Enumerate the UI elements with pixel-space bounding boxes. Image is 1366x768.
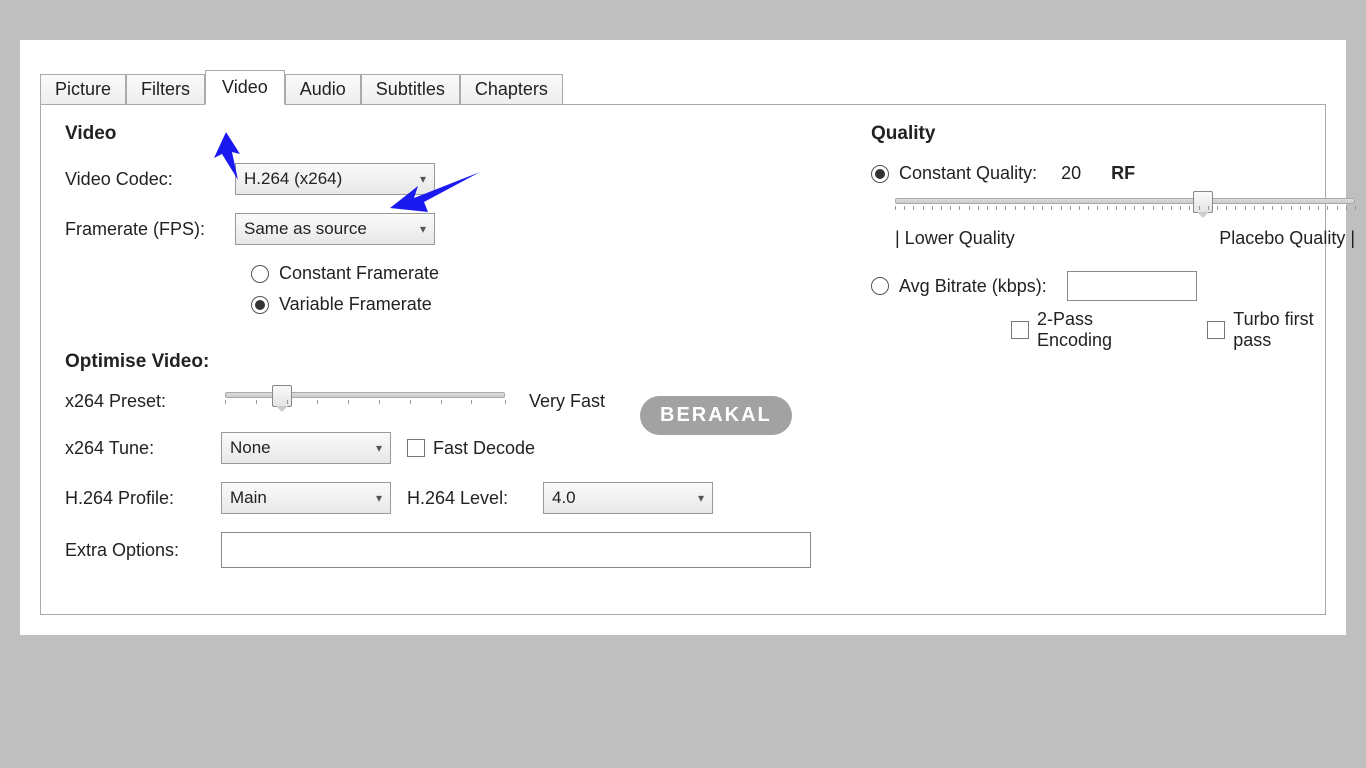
quality-slider[interactable]: [895, 198, 1355, 204]
tab-panel: Video Video Codec: H.264 (x264) ▾ Framer…: [40, 104, 1326, 615]
tab-label: Filters: [141, 79, 190, 99]
avg-bitrate-label: Avg Bitrate (kbps):: [899, 276, 1047, 297]
constant-quality-label: Constant Quality:: [899, 163, 1037, 184]
tab-label: Audio: [300, 79, 346, 99]
chevron-down-icon: ▾: [376, 441, 382, 455]
h264-profile-value: Main: [230, 488, 267, 508]
two-pass-label: 2-Pass Encoding: [1037, 309, 1171, 351]
h264-profile-label: H.264 Profile:: [65, 488, 205, 509]
h264-level-label: H.264 Level:: [407, 488, 527, 509]
section-quality-heading: Quality: [871, 123, 1355, 145]
tab-label: Video: [222, 77, 268, 97]
tab-label: Chapters: [475, 79, 548, 99]
constant-quality-value: 20: [1061, 163, 1081, 184]
constant-quality-radio[interactable]: [871, 165, 889, 183]
constant-framerate-radio[interactable]: [251, 265, 269, 283]
turbo-first-pass-checkbox[interactable]: [1207, 321, 1225, 339]
tab-chapters[interactable]: Chapters: [460, 74, 563, 104]
tab-audio[interactable]: Audio: [285, 74, 361, 104]
tab-picture[interactable]: Picture: [40, 74, 126, 104]
lower-quality-label: | Lower Quality: [895, 228, 1015, 249]
tab-video[interactable]: Video: [205, 70, 285, 105]
h264-level-select[interactable]: 4.0 ▾: [543, 482, 713, 514]
rf-label: RF: [1111, 163, 1135, 184]
slider-ticks: [895, 206, 1355, 218]
variable-framerate-label: Variable Framerate: [279, 294, 432, 315]
constant-framerate-label: Constant Framerate: [279, 263, 439, 284]
placebo-quality-label: Placebo Quality |: [1219, 228, 1355, 249]
extra-options-input[interactable]: [221, 532, 811, 568]
chevron-down-icon: ▾: [698, 491, 704, 505]
x264-tune-label: x264 Tune:: [65, 438, 205, 459]
h264-profile-select[interactable]: Main ▾: [221, 482, 391, 514]
framerate-label: Framerate (FPS):: [65, 219, 235, 240]
h264-level-value: 4.0: [552, 488, 576, 508]
avg-bitrate-input[interactable]: [1067, 271, 1197, 301]
video-settings-panel: Picture Filters Video Audio Subtitles Ch…: [20, 40, 1346, 635]
two-pass-checkbox[interactable]: [1011, 321, 1029, 339]
chevron-down-icon: ▾: [420, 172, 426, 186]
variable-framerate-radio[interactable]: [251, 296, 269, 314]
chevron-down-icon: ▾: [420, 222, 426, 236]
watermark-badge: BERAKAL: [640, 396, 792, 435]
section-video-heading: Video: [65, 123, 811, 145]
x264-preset-slider[interactable]: [225, 392, 505, 398]
fast-decode-label: Fast Decode: [433, 438, 535, 459]
tab-filters[interactable]: Filters: [126, 74, 205, 104]
tab-label: Picture: [55, 79, 111, 99]
turbo-first-pass-label: Turbo first pass: [1233, 309, 1355, 351]
x264-tune-select[interactable]: None ▾: [221, 432, 391, 464]
extra-options-label: Extra Options:: [65, 540, 205, 561]
framerate-select[interactable]: Same as source ▾: [235, 213, 435, 245]
chevron-down-icon: ▾: [376, 491, 382, 505]
x264-preset-label: x264 Preset:: [65, 391, 205, 412]
optimise-heading: Optimise Video:: [65, 351, 811, 373]
tab-subtitles[interactable]: Subtitles: [361, 74, 460, 104]
tab-bar: Picture Filters Video Audio Subtitles Ch…: [40, 70, 1326, 104]
fast-decode-checkbox[interactable]: [407, 439, 425, 457]
video-codec-value: H.264 (x264): [244, 169, 342, 189]
x264-tune-value: None: [230, 438, 271, 458]
video-codec-select[interactable]: H.264 (x264) ▾: [235, 163, 435, 195]
slider-ticks: [225, 400, 505, 412]
x264-preset-value: Very Fast: [529, 391, 605, 412]
video-codec-label: Video Codec:: [65, 169, 235, 190]
tab-label: Subtitles: [376, 79, 445, 99]
framerate-value: Same as source: [244, 219, 367, 239]
avg-bitrate-radio[interactable]: [871, 277, 889, 295]
